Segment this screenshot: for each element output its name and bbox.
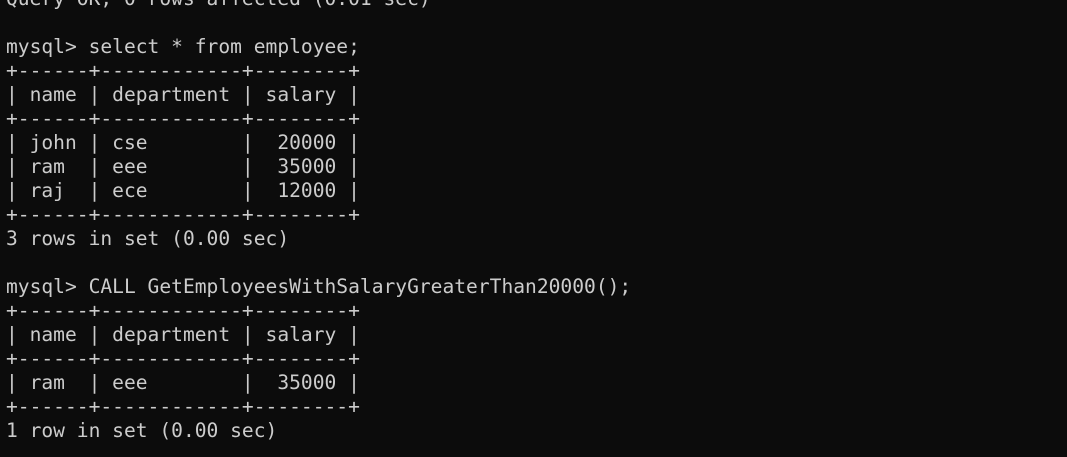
command-line: mysql> CALL GetEmployeesWithSalaryGreate… <box>6 275 632 298</box>
table-border: +------+------------+--------+ <box>6 107 360 130</box>
table-border: +------+------------+--------+ <box>6 59 360 82</box>
table-border: +------+------------+--------+ <box>6 299 360 322</box>
command-line: mysql> select * from employee; <box>6 35 360 58</box>
table-header: | name | department | salary | <box>6 83 360 106</box>
table-row: | ram | eee | 35000 | <box>6 371 360 394</box>
table-header: | name | department | salary | <box>6 323 360 346</box>
table-row: | ram | eee | 35000 | <box>6 155 360 178</box>
table-border: +------+------------+--------+ <box>6 395 360 418</box>
result-summary: 1 row in set (0.00 sec) <box>6 419 278 442</box>
result-summary: 3 rows in set (0.00 sec) <box>6 227 290 250</box>
table-border: +------+------------+--------+ <box>6 203 360 226</box>
status-line: Query OK, 0 rows affected (0.01 sec) <box>6 0 631 11</box>
table-row: | raj | ece | 12000 | <box>6 179 360 202</box>
table-row: | john | cse | 20000 | <box>6 131 360 154</box>
terminal-window[interactable]: Query OK, 0 rows affected (0.01 sec) mys… <box>0 0 1067 457</box>
table-border: +------+------------+--------+ <box>6 347 360 370</box>
terminal-output: Query OK, 0 rows affected (0.01 sec) mys… <box>6 0 631 457</box>
